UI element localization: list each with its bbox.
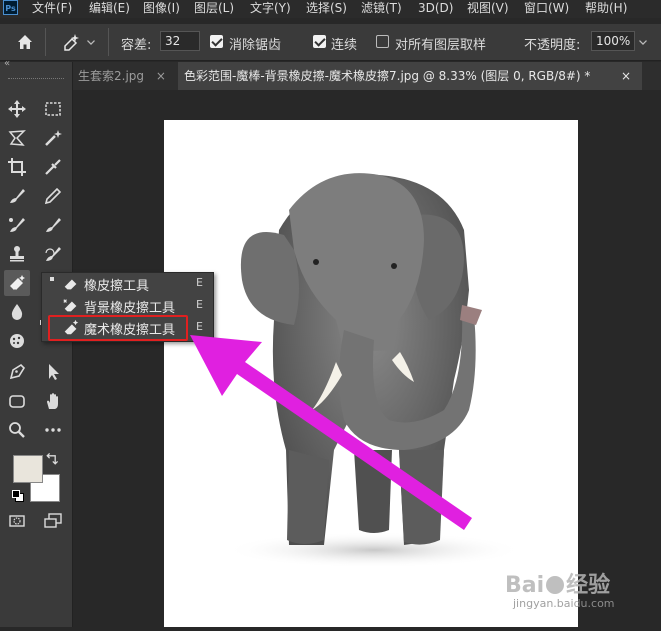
- watermark-suffix: 经验: [566, 573, 611, 598]
- watermark-url: jingyan.baidu.com: [513, 597, 615, 610]
- baidu-watermark: Bai 经验 jingyan.baidu.com: [505, 567, 655, 617]
- annotation-arrow: [190, 335, 472, 530]
- watermark-brand: Bai: [505, 573, 545, 598]
- paw-logo-icon: [546, 576, 565, 594]
